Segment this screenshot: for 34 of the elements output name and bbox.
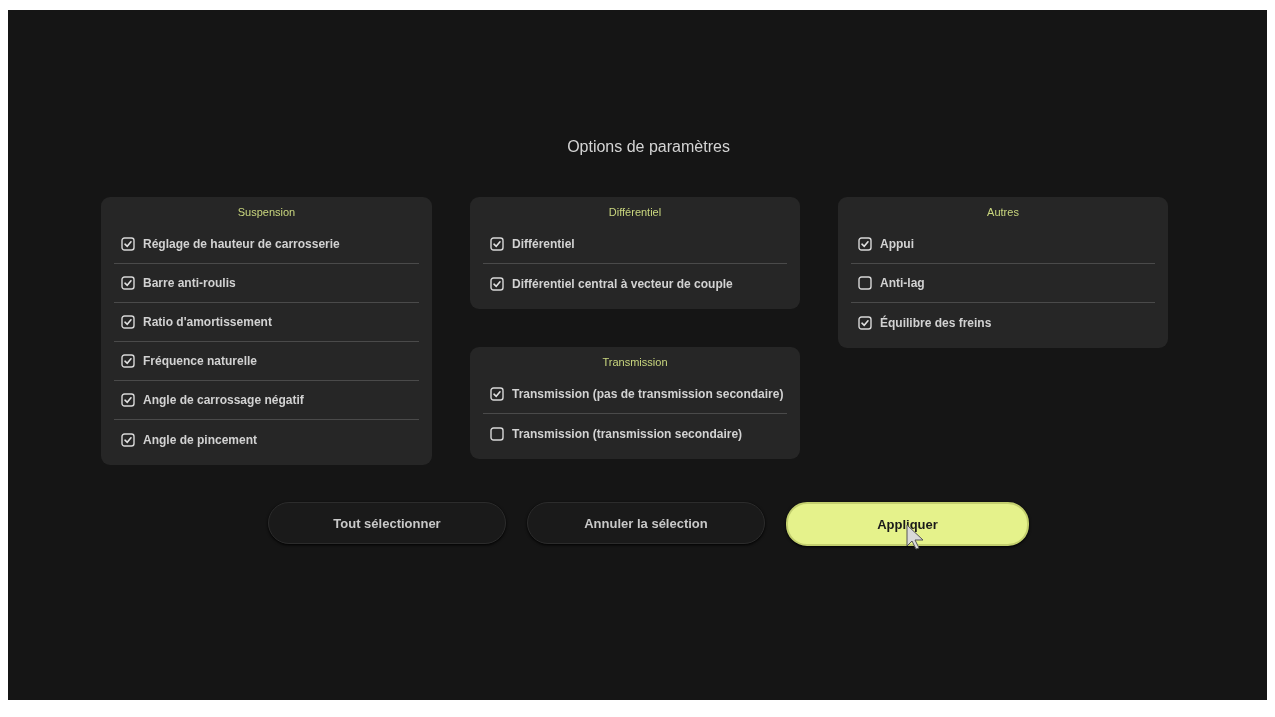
option-label: Anti-lag <box>880 276 925 290</box>
group-title: Suspension <box>236 205 297 220</box>
group-title: Autres <box>986 205 1020 220</box>
option-label: Angle de carrossage négatif <box>143 393 304 407</box>
option-label: Transmission (pas de transmission secondaire) <box>512 387 784 401</box>
checked-checkbox[interactable] <box>121 432 135 447</box>
checked-checkbox[interactable] <box>121 315 135 329</box>
checked-checkbox[interactable] <box>121 237 135 251</box>
checked-checkbox[interactable] <box>121 354 135 368</box>
dialog-title: Options de paramètres <box>567 138 730 157</box>
apply-button[interactable]: Appliquer <box>786 502 1029 546</box>
checked-checkbox[interactable] <box>490 276 504 291</box>
option-label: Barre anti-roulis <box>143 276 236 290</box>
checked-checkbox[interactable] <box>121 276 135 290</box>
checkbox[interactable] <box>490 426 504 441</box>
option-label: Différentiel <box>512 237 575 251</box>
option-label: Ratio d'amortissement <box>143 315 272 329</box>
option-label: Réglage de hauteur de carrosserie <box>143 237 340 251</box>
checked-checkbox[interactable] <box>490 387 504 401</box>
group-title: Transmission <box>601 355 669 370</box>
action-button[interactable]: Tout sélectionner <box>268 502 506 544</box>
checked-checkbox[interactable] <box>490 237 504 251</box>
action-button[interactable]: Annuler la sélection <box>527 502 765 544</box>
option-label: Différentiel central à vecteur de couple <box>512 276 733 291</box>
checked-checkbox[interactable] <box>858 315 872 330</box>
checked-checkbox[interactable] <box>121 393 135 407</box>
option-label: Fréquence naturelle <box>143 354 258 368</box>
group-title: Différentiel <box>607 205 663 220</box>
checked-checkbox[interactable] <box>858 237 872 251</box>
option-label: Transmission (transmission secondaire) <box>512 426 743 441</box>
checkbox[interactable] <box>858 276 872 290</box>
option-label: Angle de pincement <box>143 432 258 447</box>
option-label: Appui <box>880 237 914 251</box>
option-label: Équilibre des freins <box>880 315 992 330</box>
